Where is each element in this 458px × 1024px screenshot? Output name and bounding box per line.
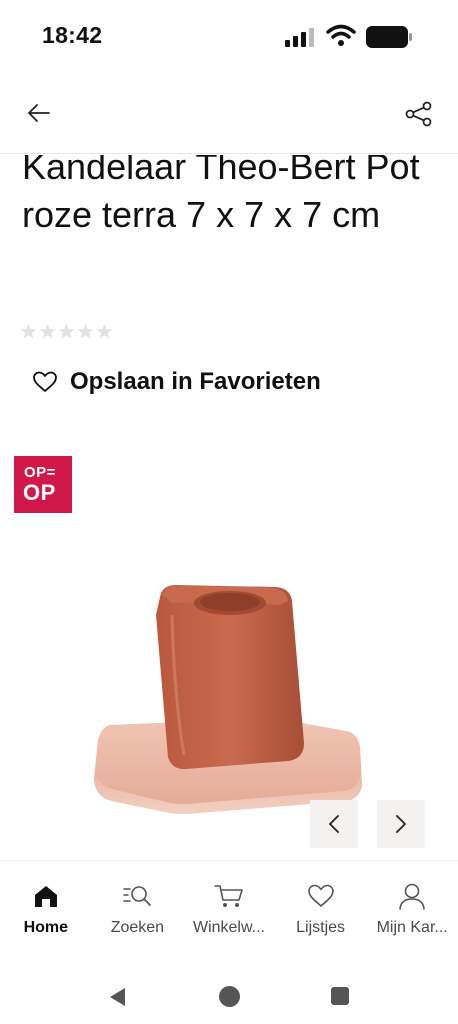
home-icon [31, 881, 61, 911]
star-icon [58, 323, 75, 339]
heart-icon [306, 881, 336, 911]
star-icon [96, 323, 113, 339]
tab-lists-label: Lijstjes [296, 919, 346, 936]
status-time: 18:42 [42, 22, 103, 48]
arrow-left-icon [28, 104, 50, 122]
star-icon [39, 323, 56, 339]
tab-home-label: Home [23, 919, 69, 936]
product-title: Kandelaar Theo-Bert Pot roze terra 7 x 7… [22, 155, 420, 235]
bottom-tab-bar: Home Zoeken Winkelw... Lijstjes Mijn Kar… [0, 860, 458, 952]
system-home-icon[interactable] [219, 986, 240, 1007]
save-to-favorites-label: Opslaan in Favorieten [70, 368, 321, 395]
tab-cart-label: Winkelw... [192, 919, 265, 936]
brand-logo-line2: OP [23, 480, 56, 505]
wifi-icon [326, 24, 356, 46]
heart-icon [33, 371, 57, 392]
brand-logo-line1: OP= [24, 464, 56, 481]
share-button[interactable] [400, 96, 438, 132]
tab-account[interactable]: Mijn Kar... [366, 861, 458, 952]
cellular-signal-icon [285, 28, 314, 47]
system-nav-bar [0, 952, 458, 1024]
search-icon [122, 881, 152, 911]
cart-icon [214, 881, 244, 911]
chevron-left-icon [329, 815, 339, 833]
battery-icon [366, 26, 412, 48]
carousel-next-button[interactable] [377, 800, 425, 848]
back-button[interactable] [22, 98, 56, 128]
app-header [0, 72, 458, 154]
user-icon [397, 881, 427, 911]
status-bar: 18:42 [0, 0, 458, 72]
tab-search[interactable]: Zoeken [92, 861, 184, 952]
carousel-prev-button[interactable] [310, 800, 358, 848]
share-icon [405, 101, 432, 127]
chevron-right-icon [396, 815, 406, 833]
product-detail: Kandelaar Theo-Bert Pot roze terra 7 x 7… [0, 155, 458, 860]
star-icon [20, 323, 37, 339]
system-back-icon[interactable] [107, 986, 127, 1008]
save-to-favorites-button[interactable]: Opslaan in Favorieten [32, 368, 321, 396]
system-recents-icon[interactable] [331, 987, 349, 1005]
star-icon [77, 323, 94, 339]
tab-cart[interactable]: Winkelw... [183, 861, 275, 952]
tab-account-label: Mijn Kar... [376, 919, 448, 936]
star-rating[interactable] [20, 323, 113, 340]
tab-search-label: Zoeken [110, 919, 165, 936]
tab-home[interactable]: Home [0, 861, 92, 952]
tab-lists[interactable]: Lijstjes [275, 861, 367, 952]
brand-logo: OP= OP [14, 456, 72, 513]
